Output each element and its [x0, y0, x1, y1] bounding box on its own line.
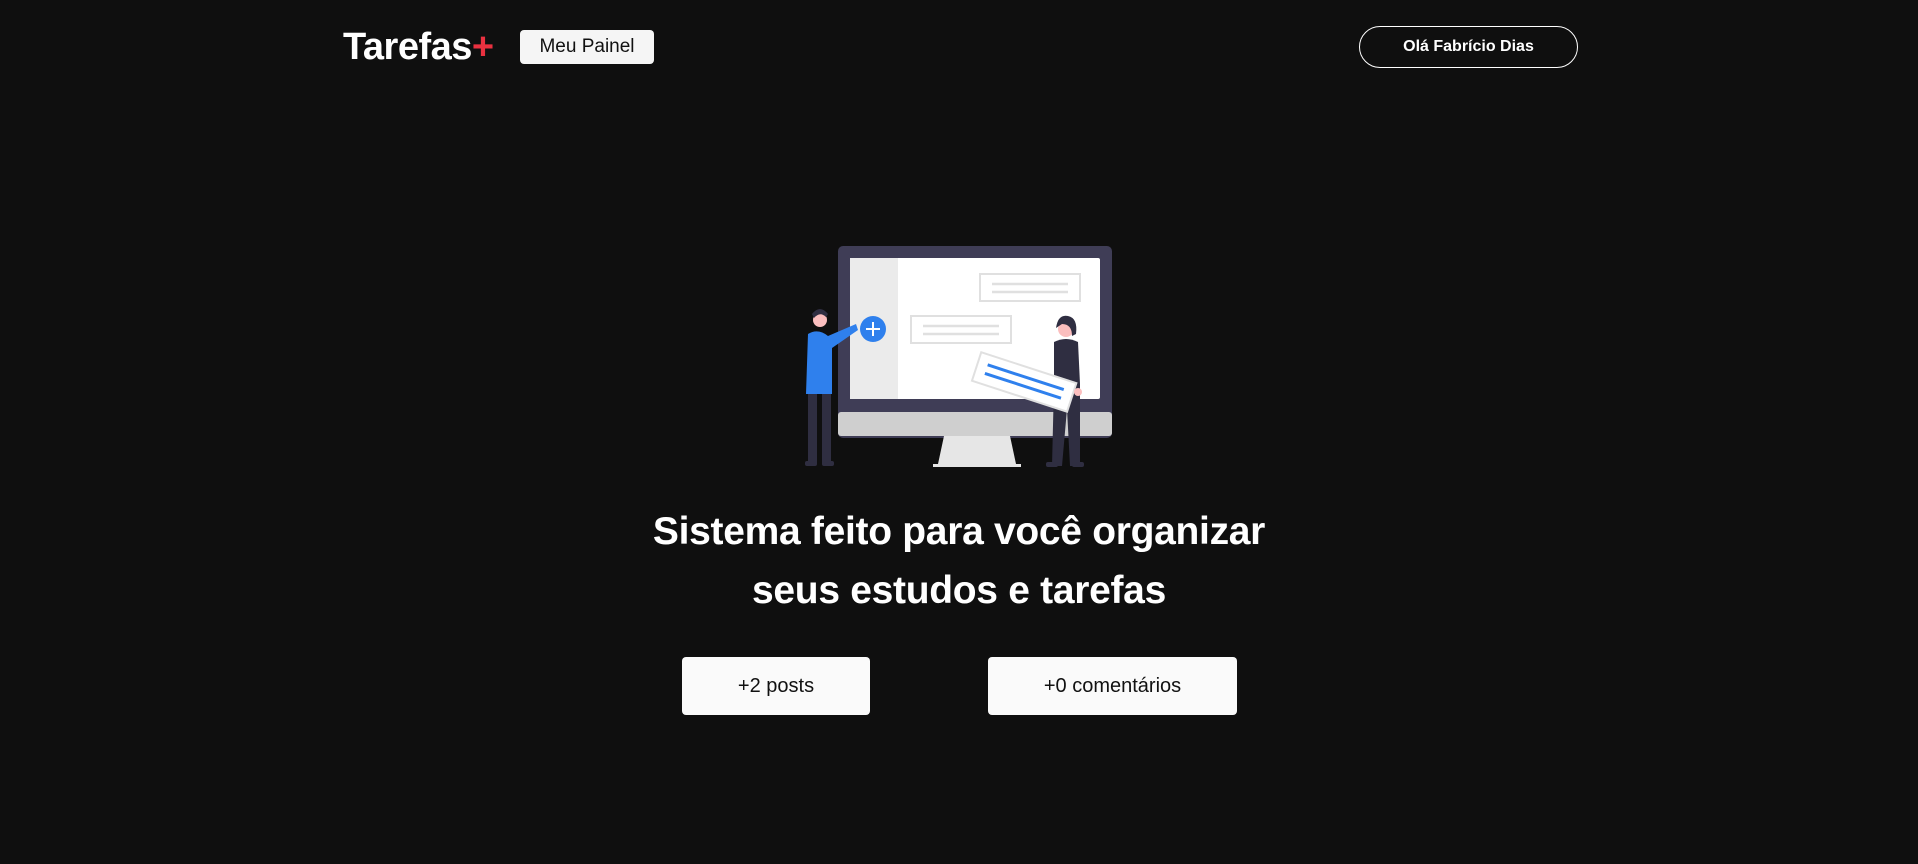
hero-title-line-1: Sistema feito para você organizar — [652, 510, 1266, 553]
logo-text: Tarefas — [343, 26, 472, 68]
posts-count-box: +2 posts — [682, 657, 870, 715]
hero-title: Sistema feito para você organizar seus e… — [559, 502, 1359, 620]
hero-illustration — [796, 244, 1122, 470]
hero-title-line-2: seus estudos e tarefas — [752, 569, 1166, 612]
people-with-monitor-illustration-icon — [805, 246, 1112, 467]
user-greeting-button[interactable]: Olá Fabrício Dias — [1359, 26, 1578, 68]
logo-plus: + — [471, 26, 494, 68]
my-panel-button[interactable]: Meu Painel — [520, 30, 654, 64]
header: Tarefas+ Meu Painel Olá Fabrício Dias — [0, 0, 1918, 94]
logo[interactable]: Tarefas+ — [343, 24, 494, 70]
comments-count-box: +0 comentários — [988, 657, 1237, 715]
